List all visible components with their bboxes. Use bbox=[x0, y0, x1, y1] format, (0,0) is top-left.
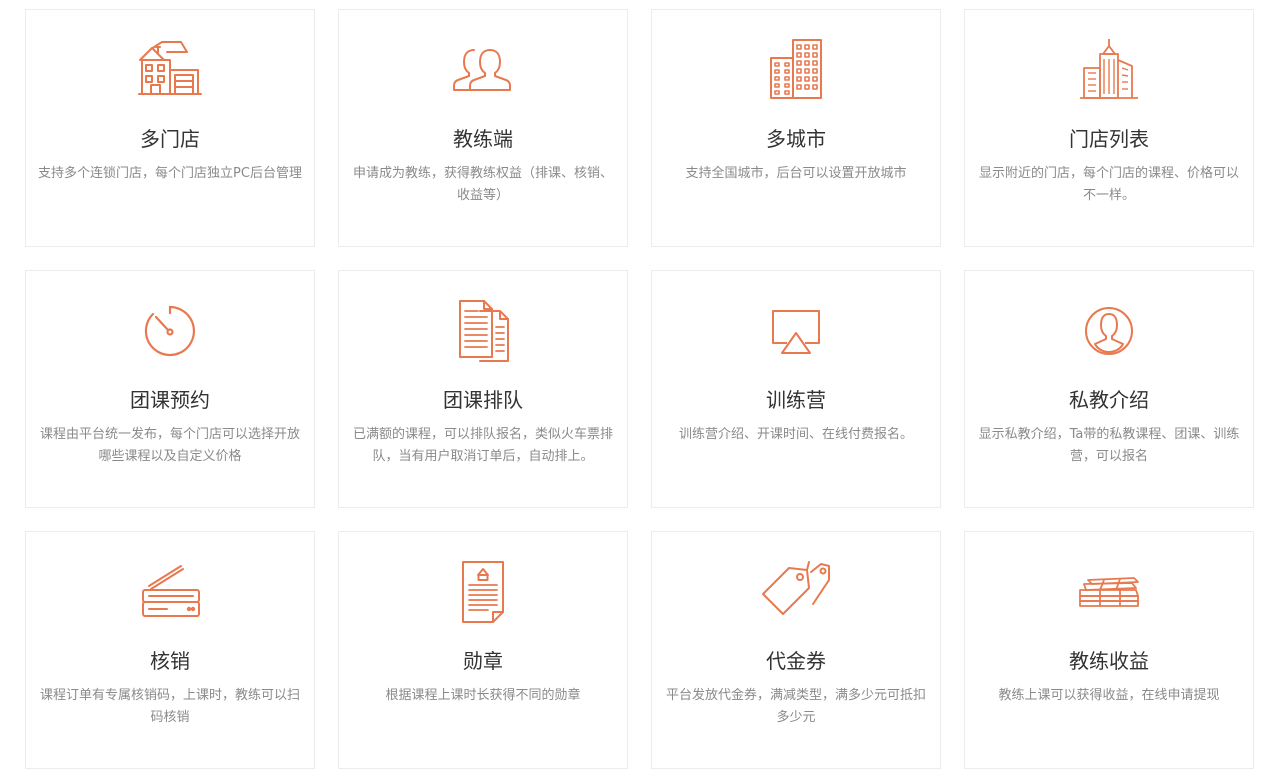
city-buildings-icon bbox=[652, 38, 940, 102]
user-circle-icon bbox=[965, 299, 1253, 363]
feature-card-verification[interactable]: 核销 课程订单有专属核销码，上课时，教练可以扫码核销 bbox=[25, 531, 315, 769]
feature-card-coach-app[interactable]: 教练端 申请成为教练，获得教练权益（排课、核销、收益等） bbox=[338, 9, 628, 247]
scanner-icon bbox=[26, 560, 314, 624]
feature-title: 团课排队 bbox=[443, 388, 523, 412]
skyscrapers-icon bbox=[965, 38, 1253, 102]
feature-description: 申请成为教练，获得教练权益（排课、核销、收益等） bbox=[352, 166, 613, 203]
feature-card-group-booking[interactable]: 团课预约 课程由平台统一发布，每个门店可以选择开放哪些课程以及自定义价格 bbox=[25, 270, 315, 508]
feature-card-store-list[interactable]: 门店列表 显示附近的门店，每个门店的课程、价格可以不一样。 bbox=[964, 9, 1254, 247]
feature-description: 训练营介绍、开课时间、在线付费报名。 bbox=[678, 427, 913, 442]
feature-card-coach-earnings[interactable]: 教练收益 教练上课可以获得收益，在线申请提现 bbox=[964, 531, 1254, 769]
documents-icon bbox=[339, 299, 627, 363]
feature-description: 根据课程上课时长获得不同的勋章 bbox=[385, 688, 581, 703]
feature-title: 教练收益 bbox=[1069, 649, 1149, 673]
feature-title: 代金券 bbox=[766, 649, 826, 673]
money-stack-icon bbox=[965, 560, 1253, 624]
feature-description: 支持多个连锁门店，每个门店独立PC后台管理 bbox=[38, 166, 302, 181]
timer-gauge-icon bbox=[26, 299, 314, 363]
users-icon bbox=[339, 38, 627, 102]
feature-description: 已满额的课程，可以排队报名，类似火车票排队，当有用户取消订单后，自动排上。 bbox=[352, 427, 613, 464]
feature-card-training-camp[interactable]: 训练营 训练营介绍、开课时间、在线付费报名。 bbox=[651, 270, 941, 508]
feature-description: 显示私教介绍，Ta带的私教课程、团课、训练营，可以报名 bbox=[978, 427, 1240, 464]
feature-card-multi-store[interactable]: 多门店 支持多个连锁门店，每个门店独立PC后台管理 bbox=[25, 9, 315, 247]
feature-title: 勋章 bbox=[463, 649, 503, 673]
feature-title: 团课预约 bbox=[130, 388, 210, 412]
feature-description: 平台发放代金券，满减类型，满多少元可抵扣多少元 bbox=[665, 688, 926, 725]
feature-card-medal[interactable]: 勋章 根据课程上课时长获得不同的勋章 bbox=[338, 531, 628, 769]
feature-title: 多城市 bbox=[766, 127, 826, 151]
feature-description: 课程由平台统一发布，每个门店可以选择开放哪些课程以及自定义价格 bbox=[39, 427, 300, 464]
feature-card-private-coach[interactable]: 私教介绍 显示私教介绍，Ta带的私教课程、团课、训练营，可以报名 bbox=[964, 270, 1254, 508]
feature-title: 训练营 bbox=[766, 388, 826, 412]
feature-description: 课程订单有专属核销码，上课时，教练可以扫码核销 bbox=[39, 688, 300, 725]
feature-grid: 多门店 支持多个连锁门店，每个门店独立PC后台管理 教练端 申请成为教练，获得教… bbox=[25, 9, 1254, 769]
certificate-document-icon bbox=[339, 560, 627, 624]
feature-title: 门店列表 bbox=[1069, 127, 1149, 151]
feature-title: 多门店 bbox=[140, 127, 200, 151]
feature-description: 支持全国城市，后台可以设置开放城市 bbox=[685, 166, 907, 181]
feature-title: 核销 bbox=[150, 649, 190, 673]
store-building-icon bbox=[26, 38, 314, 102]
feature-title: 私教介绍 bbox=[1069, 388, 1149, 412]
feature-description: 教练上课可以获得收益，在线申请提现 bbox=[998, 688, 1220, 703]
price-tags-icon bbox=[652, 560, 940, 624]
feature-card-group-queue[interactable]: 团课排队 已满额的课程，可以排队报名，类似火车票排队，当有用户取消订单后，自动排… bbox=[338, 270, 628, 508]
feature-card-voucher[interactable]: 代金券 平台发放代金券，满减类型，满多少元可抵扣多少元 bbox=[651, 531, 941, 769]
feature-description: 显示附近的门店，每个门店的课程、价格可以不一样。 bbox=[978, 166, 1239, 203]
airplay-screen-icon bbox=[652, 299, 940, 363]
feature-title: 教练端 bbox=[453, 127, 513, 151]
feature-card-multi-city[interactable]: 多城市 支持全国城市，后台可以设置开放城市 bbox=[651, 9, 941, 247]
